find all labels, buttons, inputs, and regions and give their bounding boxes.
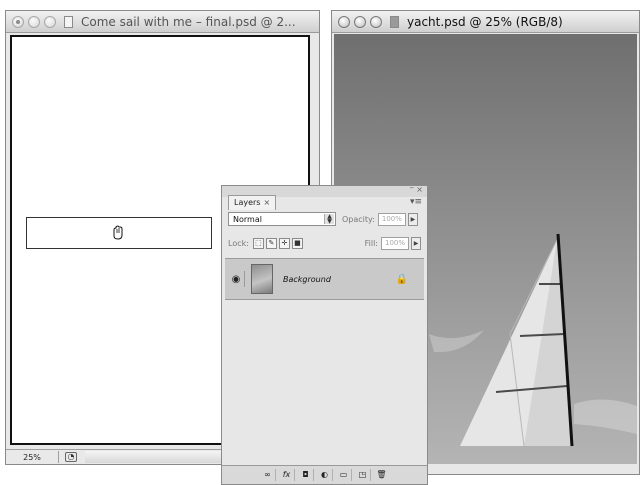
layer-thumbnail bbox=[251, 264, 273, 294]
chevron-updown-icon: ▲ ▼ bbox=[324, 214, 334, 225]
adjustment-layer-icon[interactable]: ◐ bbox=[318, 469, 333, 481]
lock-row: Lock: ⬚ ✎ ✛ ■ Fill: 100% ▶ bbox=[228, 235, 421, 251]
layer-name: Background bbox=[283, 274, 331, 284]
panel-bottom-bar: ∞ fx ◘ ◐ ▭ ◳ 🗑 bbox=[222, 465, 427, 484]
tab-close-icon[interactable]: × bbox=[263, 198, 270, 207]
close-panel-icon[interactable]: × bbox=[416, 185, 423, 194]
status-info-icon[interactable]: ◔ bbox=[65, 452, 77, 462]
lock-position-icon[interactable]: ✛ bbox=[278, 237, 290, 249]
grab-hand-icon bbox=[113, 225, 123, 240]
lock-label: Lock: bbox=[228, 238, 249, 248]
fill-label: Fill: bbox=[364, 238, 378, 248]
layer-row-background[interactable]: ◉ Background 🔒 bbox=[225, 258, 424, 300]
right-window-title: yacht.psd @ 25% (RGB/8) bbox=[407, 14, 563, 29]
opacity-slider-arrow-icon[interactable]: ▶ bbox=[407, 212, 418, 226]
tab-layers[interactable]: Layers × bbox=[228, 195, 277, 210]
eye-icon[interactable]: ◉ bbox=[228, 271, 245, 287]
left-window-title: Come sail with me – final.psd @ 2... bbox=[81, 14, 296, 29]
blend-mode-value: Normal bbox=[233, 214, 262, 224]
zoom-window-icon[interactable] bbox=[44, 15, 56, 28]
lock-image-icon[interactable]: ✎ bbox=[265, 237, 277, 249]
lock-transparency-icon[interactable]: ⬚ bbox=[252, 237, 264, 249]
tab-layers-label: Layers bbox=[234, 198, 261, 207]
layers-panel: – × Layers × ▾≡ Normal ▲ ▼ Opacity: 100% ▶… bbox=[221, 183, 428, 485]
left-titlebar[interactable]: Come sail with me – final.psd @ 2... bbox=[6, 11, 319, 33]
opacity-label: Opacity: bbox=[342, 214, 375, 224]
blend-row: Normal ▲ ▼ Opacity: 100% ▶ bbox=[228, 211, 421, 227]
mask-icon[interactable]: ◘ bbox=[299, 469, 314, 481]
fx-icon[interactable]: fx bbox=[280, 469, 295, 481]
blend-mode-select[interactable]: Normal ▲ ▼ bbox=[228, 212, 336, 226]
new-layer-icon[interactable]: ◳ bbox=[356, 469, 371, 481]
document-icon bbox=[64, 15, 73, 28]
lock-all-icon[interactable]: ■ bbox=[291, 237, 303, 249]
close-window-icon[interactable] bbox=[338, 15, 350, 28]
right-titlebar[interactable]: yacht.psd @ 25% (RGB/8) bbox=[332, 11, 639, 33]
opacity-field[interactable]: 100% bbox=[377, 212, 406, 226]
minimize-window-icon[interactable] bbox=[354, 15, 366, 28]
link-layers-icon[interactable]: ∞ bbox=[261, 469, 276, 481]
zoom-level[interactable]: 25% bbox=[6, 451, 59, 463]
lock-icon: 🔒 bbox=[395, 273, 408, 285]
panel-menu-icon[interactable]: ▾≡ bbox=[410, 197, 422, 207]
fill-slider-arrow-icon[interactable]: ▶ bbox=[411, 236, 421, 250]
close-window-icon[interactable] bbox=[12, 15, 24, 28]
group-folder-icon[interactable]: ▭ bbox=[337, 469, 352, 481]
fill-field[interactable]: 100% bbox=[381, 236, 409, 250]
collapse-icon[interactable]: – bbox=[410, 183, 415, 193]
document-icon bbox=[390, 15, 399, 28]
trash-icon[interactable]: 🗑 bbox=[375, 469, 389, 481]
minimize-window-icon[interactable] bbox=[28, 15, 40, 28]
zoom-window-icon[interactable] bbox=[370, 15, 382, 28]
